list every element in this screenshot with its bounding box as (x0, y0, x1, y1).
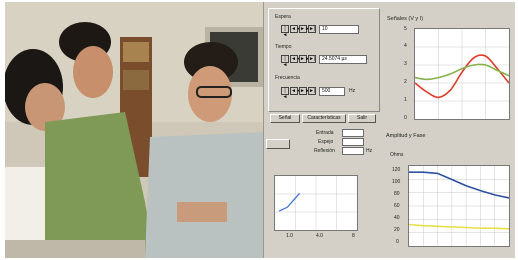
photo-illustration (5, 2, 263, 258)
espejo-field[interactable] (342, 138, 364, 146)
bottom-chart-title: Amplitud y Fase (386, 133, 426, 139)
tab-caracteristicas[interactable]: Características (302, 114, 346, 123)
tiempo-field[interactable]: 24.5074 µs (319, 55, 367, 64)
frecuencia-unit: Hz (349, 88, 356, 94)
first-button-tiempo[interactable]: |◄ (281, 55, 289, 68)
top-ytick-2: 2 (404, 79, 407, 85)
top-ytick-3: 3 (404, 61, 407, 67)
small-plot-svg (275, 176, 357, 230)
last-button-frecuencia[interactable]: ►| (308, 87, 316, 95)
top-ytick-4: 4 (404, 43, 407, 49)
top-chart-title: Señales (V y I) (387, 16, 424, 22)
small-plot-xticks: 1.0 4.0 8 (274, 233, 358, 241)
amplitude-series-1-line (408, 223, 510, 230)
signal-chart-svg (414, 29, 510, 119)
espera-field[interactable]: 10 (319, 25, 359, 34)
forward-button-tiempo[interactable]: ►► (299, 55, 310, 63)
espejo-label: Espejo (318, 139, 334, 145)
rewind-button-tiempo[interactable]: ◄◄ (290, 55, 301, 63)
forward-button-espera[interactable]: ►► (299, 25, 310, 33)
bottom-chart-ylabel: Ohms (390, 152, 404, 158)
tab-salir[interactable]: Salir (348, 114, 376, 123)
bottom-ytick-100: 100 (392, 179, 401, 185)
small-series-0-line (278, 192, 301, 212)
bottom-ytick-20: 20 (394, 227, 400, 233)
bottom-ytick-80: 80 (394, 191, 400, 197)
top-ytick-0: 0 (404, 115, 407, 121)
bottom-ytick-40: 40 (394, 215, 400, 221)
app-window: Espera |◄ ◄◄ ►► ►| 10 Tiempo |◄ ◄◄ ►► ►|… (263, 2, 515, 258)
amplitude-chart-yticks: 120 100 80 60 40 20 0 (392, 167, 406, 247)
top-ytick-5: 5 (404, 26, 407, 32)
frecuencia-field[interactable]: 500 (319, 87, 345, 96)
bottom-ytick-0: 0 (396, 239, 399, 245)
reflexion-label: Reflexión (314, 148, 335, 154)
small-action-button[interactable] (266, 139, 290, 149)
tab-senal[interactable]: Señal (270, 114, 300, 123)
amplitude-chart (408, 165, 510, 247)
small-xtick-2: 4.0 (316, 233, 323, 239)
rewind-button-espera[interactable]: ◄◄ (290, 25, 301, 33)
entrada-label: Entrada (316, 130, 334, 136)
small-plot (274, 175, 358, 231)
rewind-button-frecuencia[interactable]: ◄◄ (290, 87, 301, 95)
reflexion-field[interactable] (342, 147, 364, 155)
forward-button-frecuencia[interactable]: ►► (299, 87, 310, 95)
tiempo-label: Tiempo (275, 44, 292, 50)
controls-panel: Espera |◄ ◄◄ ►► ►| 10 Tiempo |◄ ◄◄ ►► ►|… (268, 8, 380, 112)
small-xtick-3: 8 (352, 233, 355, 239)
first-button-espera[interactable]: |◄ (281, 25, 289, 38)
first-button-frecuencia[interactable]: |◄ (281, 87, 289, 100)
frecuencia-label: Frecuencia (275, 75, 300, 81)
last-button-tiempo[interactable]: ►| (308, 55, 316, 63)
signal-chart-yticks: 5 4 3 2 1 0 (402, 26, 412, 122)
small-xtick-1: 1.0 (286, 233, 293, 239)
last-button-espera[interactable]: ►| (308, 25, 316, 33)
amplitude-series-0-line (409, 171, 510, 199)
amplitude-chart-svg (408, 166, 510, 246)
entrada-field[interactable] (342, 129, 364, 137)
bottom-ytick-120: 120 (392, 167, 401, 173)
reflexion-unit: Hz (366, 148, 373, 154)
top-ytick-1: 1 (404, 97, 407, 103)
photo-people-at-computer (5, 2, 263, 258)
espera-label: Espera (275, 14, 291, 20)
signal-chart (414, 28, 510, 120)
bottom-ytick-60: 60 (394, 203, 400, 209)
